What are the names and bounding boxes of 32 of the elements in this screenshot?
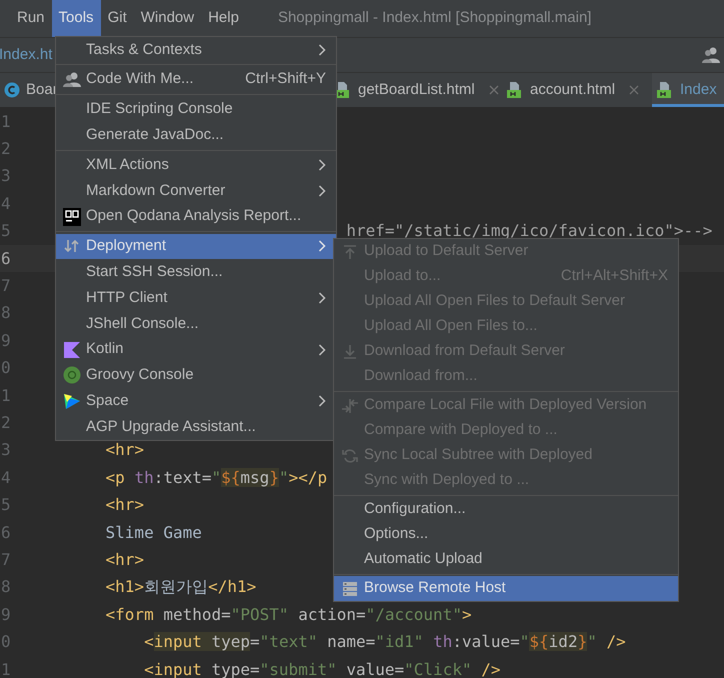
- line-number: 1: [0, 384, 12, 407]
- line-number: 7: [0, 548, 12, 571]
- line-number: 5: [0, 220, 12, 242]
- line-number: 9: [0, 604, 12, 626]
- line-number: 9: [0, 330, 12, 352]
- code-line: <form method="POST" action="/account">: [104, 604, 472, 626]
- line-number: 1: [0, 658, 12, 678]
- line-number: 1: [0, 110, 12, 133]
- line-number: 2: [0, 412, 12, 434]
- line-number: 0: [0, 631, 12, 654]
- line-number: 4: [0, 466, 12, 489]
- line-number: 8: [0, 576, 12, 598]
- line-number: 8: [0, 302, 12, 324]
- line-number: 4: [0, 192, 12, 215]
- code-line: <p th:text="${msg}"></p: [104, 466, 328, 489]
- code-line: Slime Game: [104, 522, 202, 544]
- window-title: Shoppingmall - Index.html [Shoppingmall.main]: [278, 8, 592, 28]
- code-line: <hr>: [104, 439, 144, 462]
- line-number: 2: [0, 138, 12, 160]
- line-number: 6: [0, 522, 12, 544]
- code-line: href="/static/img/ico/favicon.ico">-->: [345, 220, 712, 242]
- code-line: <hr>: [104, 494, 144, 516]
- code-line: <h1>회원가입</h1>: [104, 576, 256, 598]
- line-number: 7: [0, 275, 12, 298]
- line-number: 3: [0, 165, 12, 188]
- code-line: <input type="submit" value="Click" />: [143, 658, 500, 678]
- code-line: <input tyep="text" name="id1" th:value="${id2}" />: [143, 631, 626, 654]
- line-number: 6: [0, 248, 12, 270]
- line-number: 0: [0, 357, 12, 380]
- code-line: <hr>: [104, 548, 144, 571]
- line-number: 5: [0, 494, 12, 516]
- line-number: 3: [0, 439, 12, 462]
